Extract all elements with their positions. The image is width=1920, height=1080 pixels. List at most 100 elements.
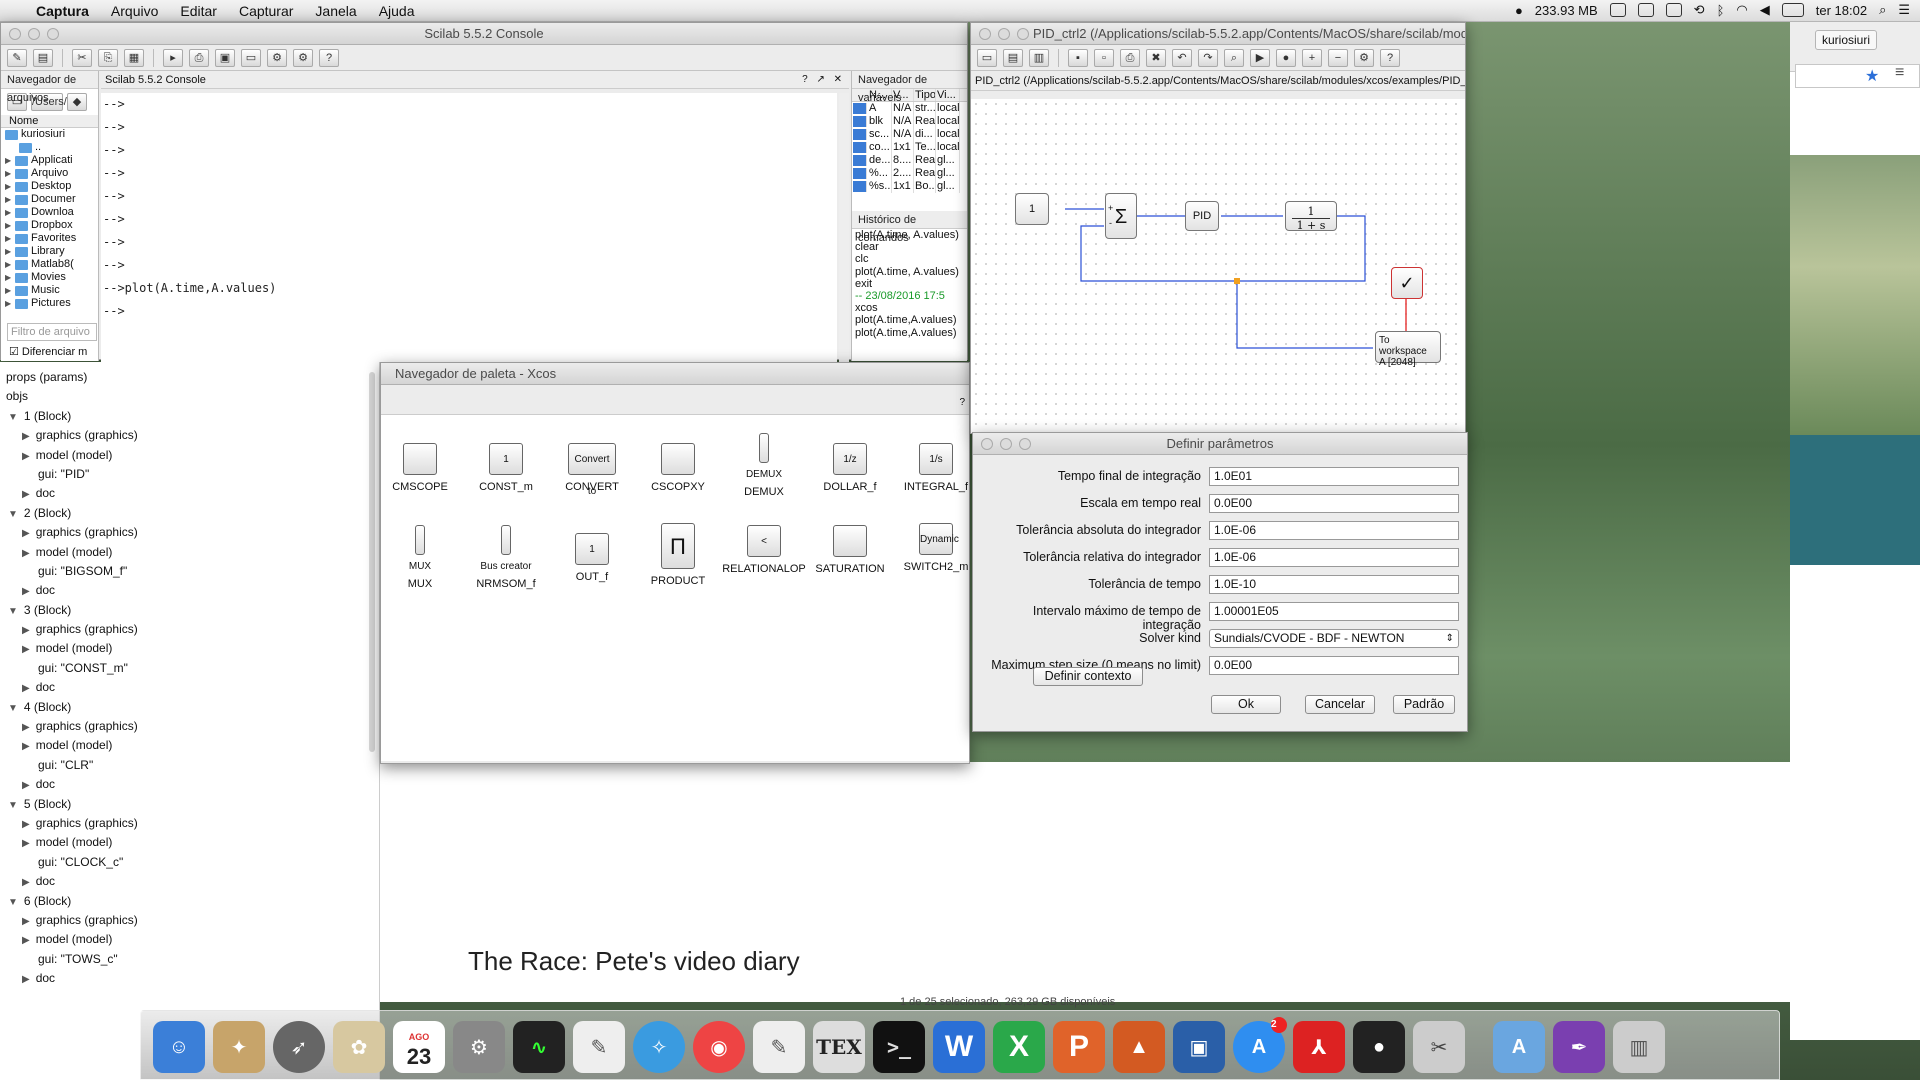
file-list-item[interactable]: ▶ Music <box>1 284 98 297</box>
tree-node[interactable]: ▶ model (model) <box>0 736 379 755</box>
start-simulation-icon[interactable]: ▶ <box>1250 48 1270 67</box>
expand-icon[interactable]: ▶ <box>5 206 15 219</box>
variable-row[interactable]: %s... 1x1 Bo... gl... <box>852 180 967 193</box>
expand-icon[interactable]: ▶ <box>22 974 30 985</box>
tree-node[interactable]: ▼ 3 (Block) <box>0 601 379 620</box>
fit-view-icon[interactable]: ⌕ <box>1224 48 1244 67</box>
tree-node[interactable]: ▶ model (model) <box>0 930 379 949</box>
to-workspace-block[interactable]: To workspace A [2048] <box>1375 331 1441 368</box>
console-scrollbar[interactable] <box>839 93 849 363</box>
xcos-diagram-tab[interactable]: PID_ctrl2 (/Applications/scilab-5.5.2.ap… <box>971 71 1465 91</box>
palette-block-out_f[interactable]: 1 OUT_f <box>549 533 635 583</box>
browser-menu-icon[interactable]: ≡ <box>1895 64 1904 82</box>
tree-node[interactable]: gui: "CLOCK_c" <box>0 853 379 872</box>
settings-icon[interactable]: ⚙ <box>1354 48 1374 67</box>
collapse-icon[interactable]: ▼ <box>8 897 18 908</box>
cut-icon[interactable]: ✂ <box>72 48 92 67</box>
param-input[interactable]: 1.00001E05 <box>1209 602 1459 621</box>
zoom-icon[interactable] <box>47 28 59 40</box>
palette-block-integral_f[interactable]: 1/s INTEGRAL_f <box>893 443 979 493</box>
collapse-icon[interactable]: ▼ <box>8 800 18 811</box>
tree-node[interactable]: props (params) <box>0 368 379 387</box>
transfer-function-block[interactable]: 11 + s <box>1285 201 1337 232</box>
open-file-icon[interactable]: ▥ <box>1029 48 1049 67</box>
palette-block-cscopxy[interactable]: CSCOPXY <box>635 443 721 493</box>
spotlight-search-icon[interactable]: ⌕ <box>1879 2 1886 18</box>
menu-capturar[interactable]: Capturar <box>239 3 293 19</box>
print-icon[interactable]: ⎙ <box>1120 48 1140 67</box>
expand-icon[interactable]: ▶ <box>22 819 30 830</box>
variable-column-header[interactable]: Tipo <box>914 89 936 101</box>
param-input[interactable]: 0.0E00 <box>1209 494 1459 513</box>
tree-node[interactable]: ▼ 4 (Block) <box>0 698 379 717</box>
preview-icon[interactable]: ✎ <box>753 1021 805 1073</box>
finder-icon[interactable]: ☺ <box>153 1021 205 1073</box>
scinotes-icon[interactable]: ▭ <box>241 48 261 67</box>
parent-folder-icon[interactable]: ◆ <box>67 93 87 111</box>
copy-icon[interactable]: ⎘ <box>98 48 118 67</box>
xcos-icon[interactable]: ⚙ <box>267 48 287 67</box>
param-input[interactable]: 1.0E-10 <box>1209 575 1459 594</box>
tree-node[interactable]: ▶ graphics (graphics) <box>0 620 379 639</box>
expand-icon[interactable]: ▶ <box>22 780 30 791</box>
tree-node[interactable]: ▶ doc <box>0 969 379 988</box>
file-list-item[interactable]: ▶ Documer <box>1 193 98 206</box>
tree-node[interactable]: gui: "BIGSOM_f" <box>0 562 379 581</box>
tree-node[interactable]: ▶ graphics (graphics) <box>0 523 379 542</box>
case-sensitive-checkbox[interactable]: ☑ Diferenciar m <box>9 345 87 358</box>
file-filter-input[interactable]: Filtro de arquivo <box>7 323 97 341</box>
pane-controls-icon[interactable]: ? ↗ ✕ <box>802 71 845 89</box>
stop-simulation-icon[interactable]: ● <box>1276 48 1296 67</box>
volume-icon[interactable]: ◀ <box>1760 2 1770 18</box>
tree-node[interactable]: ▶ model (model) <box>0 833 379 852</box>
module-manager-icon[interactable]: ⚙ <box>293 48 313 67</box>
display-icon[interactable] <box>1665 3 1682 17</box>
expand-icon[interactable]: ▶ <box>5 297 15 310</box>
safari-icon[interactable]: ✧ <box>633 1021 685 1073</box>
const-block[interactable]: 1 <box>1015 193 1049 225</box>
tree-node[interactable]: ▼ 6 (Block) <box>0 892 379 911</box>
wifi-icon[interactable]: ◠ <box>1736 2 1747 18</box>
file-list-item[interactable]: ▶ Movies <box>1 271 98 284</box>
expand-icon[interactable]: ▶ <box>5 219 15 232</box>
file-list-item[interactable]: ▶ Matlab8( <box>1 258 98 271</box>
xcos-title-bar[interactable]: PID_ctrl2 (/Applications/scilab-5.5.2.ap… <box>971 23 1465 45</box>
file-list-item[interactable]: .. <box>1 141 98 154</box>
expand-icon[interactable]: ▶ <box>22 489 30 500</box>
open-file-icon[interactable]: ▤ <box>33 48 53 67</box>
clock-block[interactable]: ✓ <box>1391 267 1423 299</box>
palette-title-bar[interactable]: Navegador de paleta - Xcos <box>381 363 969 385</box>
memory-monitor-icon[interactable]: ● <box>1515 3 1523 18</box>
excel-icon[interactable]: X <box>993 1021 1045 1073</box>
param-input[interactable]: 1.0E-06 <box>1209 521 1459 540</box>
help-icon[interactable]: ? <box>1380 48 1400 67</box>
console-output[interactable]: --> --> --> --> --> --> --> --> -->plot(A.time,A… <box>101 93 837 363</box>
textedit-icon[interactable]: ✎ <box>573 1021 625 1073</box>
param-input[interactable]: 1.0E-06 <box>1209 548 1459 567</box>
palette-block-relationalop[interactable]: < RELATIONALOP <box>721 525 807 575</box>
tree-node[interactable]: ▼ 2 (Block) <box>0 504 379 523</box>
cancel-button[interactable]: Cancelar <box>1305 695 1375 714</box>
tex-icon[interactable]: TEX <box>813 1021 865 1073</box>
collapse-icon[interactable]: ▼ <box>8 509 18 520</box>
tree-node[interactable]: gui: "CONST_m" <box>0 659 379 678</box>
battery-icon[interactable] <box>1781 3 1804 17</box>
variable-row[interactable]: blk N/A Real local <box>852 115 967 128</box>
palette-block-nrmsom_f[interactable]: Bus creator NRMSOM_f <box>463 525 549 590</box>
file-list-item[interactable]: ▶ Downloa <box>1 206 98 219</box>
photo-app-icon[interactable]: ✿ <box>333 1021 385 1073</box>
param-input[interactable]: 0.0E00 <box>1209 656 1459 675</box>
status-icon-1[interactable] <box>1609 3 1626 17</box>
expand-icon[interactable]: ▶ <box>22 431 30 442</box>
trash-icon[interactable]: ▥ <box>1613 1021 1665 1073</box>
tree-node[interactable]: ▶ model (model) <box>0 543 379 562</box>
palette-block-const_m[interactable]: 1 CONST_m <box>463 443 549 493</box>
close-icon[interactable] <box>9 28 21 40</box>
file-list-item[interactable]: ▶ Applicati <box>1 154 98 167</box>
expand-icon[interactable]: ▶ <box>5 193 15 206</box>
expand-icon[interactable]: ▶ <box>22 548 30 559</box>
pid-block[interactable]: PID <box>1185 201 1219 231</box>
close-icon[interactable] <box>981 438 993 450</box>
matlab-icon[interactable]: ▲ <box>1113 1021 1165 1073</box>
param-input[interactable]: 1.0E01 <box>1209 467 1459 486</box>
